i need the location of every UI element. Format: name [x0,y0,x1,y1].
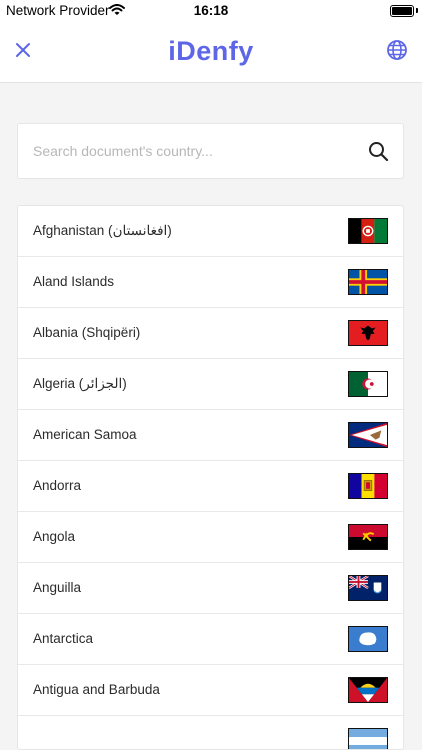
country-name: Aland Islands [33,274,115,289]
battery-tip [416,8,418,13]
app-logo: iDenfy [168,36,254,66]
flag-albania-icon [348,320,388,346]
clock: 16:18 [193,3,229,18]
list-item[interactable]: Antigua and Barbuda [18,665,403,716]
search-box [17,123,404,179]
country-name: Albania (Shqipëri) [33,325,141,340]
list-item[interactable]: Andorra [18,461,403,512]
list-item[interactable]: Afghanistan (افغانستان) [18,206,403,257]
country-list: Afghanistan (افغانستان) Aland Islands Al [17,205,404,750]
flag-angola-icon [348,524,388,550]
flag-anguilla-icon [348,575,388,601]
flag-antarctica-icon [348,626,388,652]
list-item[interactable]: Angola [18,512,403,563]
country-name: Anguilla [33,580,82,595]
list-item[interactable]: Antarctica [18,614,403,665]
battery-icon [390,5,414,17]
country-name: American Samoa [33,427,137,442]
list-item[interactable]: American Samoa [18,410,403,461]
flag-afghanistan-icon [348,218,388,244]
flag-argentina-icon [348,728,388,749]
list-item[interactable]: Algeria (الجزائر) [18,359,403,410]
country-name: Antarctica [33,631,94,646]
flag-american-samoa-icon [348,422,388,448]
list-item[interactable] [18,716,403,749]
status-bar: Network Provider 16:18 [0,0,422,22]
app-header: iDenfy [0,22,422,83]
list-item[interactable]: Albania (Shqipëri) [18,308,403,359]
country-name: Andorra [33,478,82,493]
list-item[interactable]: Aland Islands [18,257,403,308]
search-icon[interactable] [368,141,389,162]
flag-aland-islands-icon [348,269,388,295]
search-input[interactable] [33,124,363,178]
globe-icon[interactable] [386,39,408,61]
country-name: Angola [33,529,76,544]
country-name: Algeria (الجزائر) [33,376,127,391]
flag-algeria-icon [348,371,388,397]
country-name: Antigua and Barbuda [33,682,160,697]
flag-andorra-icon [348,473,388,499]
flag-antigua-and-barbuda-icon [348,677,388,703]
country-name: Afghanistan (افغانستان) [33,223,172,238]
list-item[interactable]: Anguilla [18,563,403,614]
